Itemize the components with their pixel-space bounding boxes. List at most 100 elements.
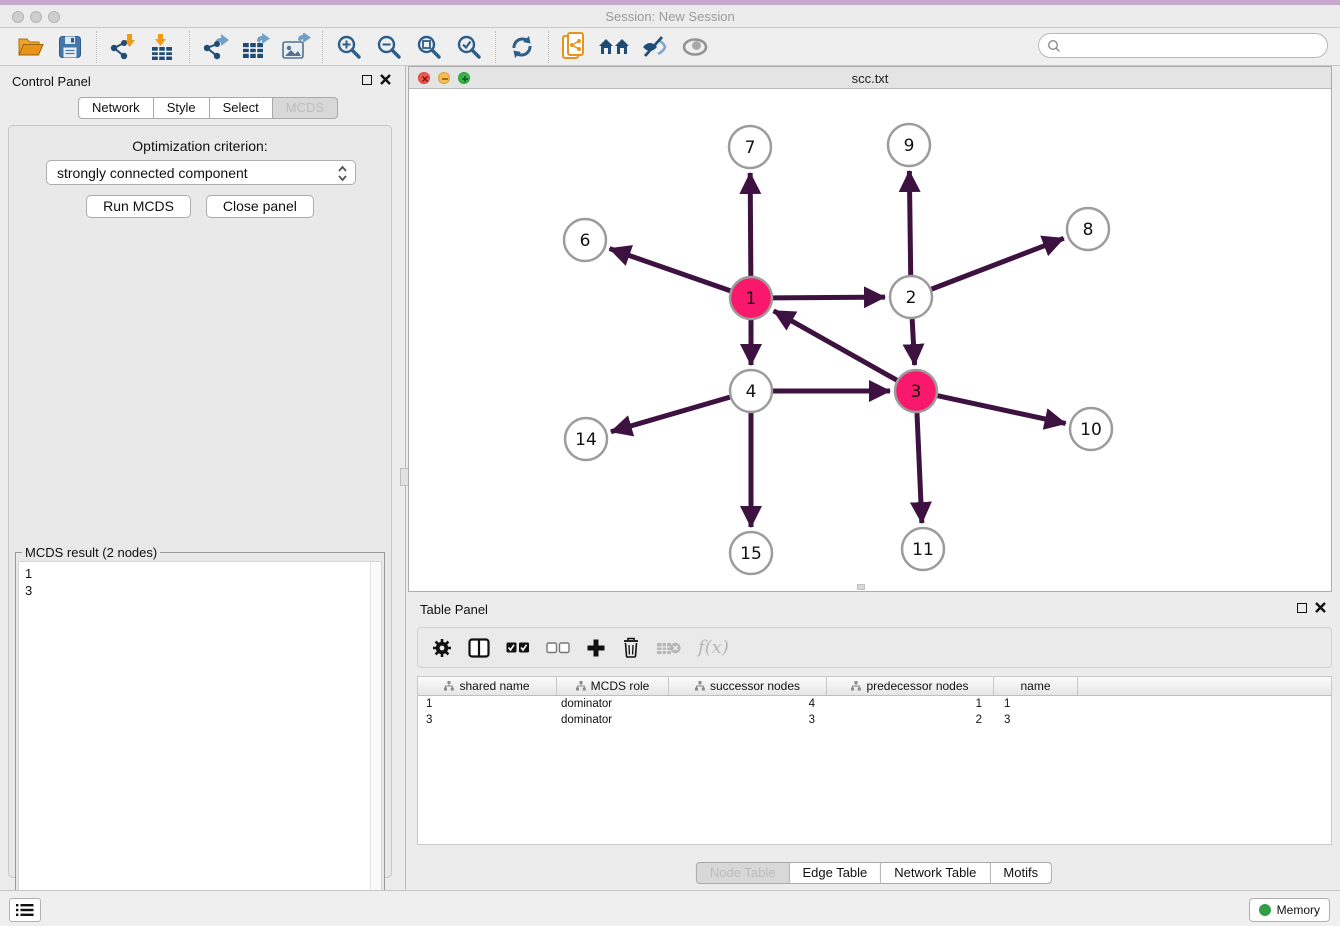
function-builder-button[interactable]: f(x)	[698, 637, 729, 658]
column-header-predecessor-nodes[interactable]: predecessor nodes	[827, 677, 994, 695]
tab-select[interactable]: Select	[210, 97, 273, 119]
tab-edge-table[interactable]: Edge Table	[789, 862, 881, 884]
open-folder-icon	[17, 35, 44, 58]
graph-node-8[interactable]: 8	[1067, 208, 1109, 250]
zoom-selected-button[interactable]	[449, 30, 489, 64]
table-row[interactable]: 3dominator323	[418, 712, 1331, 728]
tab-mcds[interactable]: MCDS	[273, 97, 338, 119]
network-window-titlebar[interactable]: scc.txt	[409, 67, 1331, 89]
mcds-tab-content: Optimization criterion: strongly connect…	[8, 125, 392, 878]
table-settings-button[interactable]	[432, 638, 452, 658]
memory-button[interactable]: Memory	[1249, 898, 1330, 922]
edge-3-10[interactable]	[937, 396, 1065, 424]
tab-motifs[interactable]: Motifs	[990, 862, 1052, 884]
zoom-selected-icon	[456, 34, 482, 60]
result-scrollbar[interactable]	[370, 562, 381, 926]
table-row[interactable]: 1dominator411	[418, 696, 1331, 712]
edge-2-8[interactable]	[932, 238, 1064, 289]
search-input[interactable]	[1061, 36, 1327, 56]
tab-network-table[interactable]: Network Table	[881, 862, 990, 884]
zoom-fit-button[interactable]	[409, 30, 449, 64]
tab-node-table[interactable]: Node Table	[696, 862, 790, 884]
memory-label: Memory	[1277, 903, 1320, 917]
table-cell: 1	[994, 696, 1078, 712]
column-header-filler	[1078, 677, 1331, 695]
close-panel-button[interactable]: Close panel	[206, 195, 314, 218]
edge-1-2[interactable]	[773, 297, 885, 298]
table-panel-title: Table Panel	[420, 602, 488, 617]
export-network-button[interactable]	[196, 30, 236, 64]
toolbar-separator	[495, 31, 496, 63]
column-header-shared-name[interactable]: shared name	[418, 677, 557, 695]
table-cell: 2	[827, 712, 994, 728]
toolbar-separator	[96, 31, 97, 63]
float-table-panel-icon[interactable]	[1297, 603, 1307, 613]
graph-node-6[interactable]: 6	[564, 219, 606, 261]
export-table-icon	[241, 33, 271, 61]
apply-layout-button[interactable]	[502, 30, 542, 64]
graph-node-2[interactable]: 2	[890, 276, 932, 318]
toggle-columns-button[interactable]	[468, 638, 490, 658]
mcds-result-area[interactable]: 1 3	[18, 561, 382, 926]
node-table: shared name MCDS role successor nodes pr…	[417, 676, 1332, 845]
edge-2-9[interactable]	[909, 171, 910, 275]
graph-node-11[interactable]: 11	[902, 528, 944, 570]
edge-1-6[interactable]	[610, 249, 731, 291]
import-network-button[interactable]	[103, 30, 143, 64]
column-header-name[interactable]: name	[994, 677, 1078, 695]
checked-boxes-icon	[506, 642, 530, 654]
save-session-button[interactable]	[50, 30, 90, 64]
graph-node-14[interactable]: 14	[565, 418, 607, 460]
close-table-panel-icon[interactable]	[1315, 602, 1326, 613]
delete-table-button[interactable]	[656, 639, 682, 657]
export-image-button[interactable]	[276, 30, 316, 64]
criterion-select[interactable]: strongly connected component	[46, 160, 356, 185]
show-panel-list-button[interactable]	[9, 898, 41, 922]
network-overview-button[interactable]	[555, 30, 595, 64]
graph-node-10[interactable]: 10	[1070, 408, 1112, 450]
run-mcds-button[interactable]: Run MCDS	[86, 195, 191, 218]
tab-style[interactable]: Style	[154, 97, 210, 119]
column-header-mcds-role[interactable]: MCDS role	[557, 677, 669, 695]
open-session-button[interactable]	[10, 30, 50, 64]
graph-node-1[interactable]: 1	[730, 277, 772, 319]
memory-status-icon	[1259, 904, 1271, 916]
edge-4-14[interactable]	[611, 397, 730, 432]
export-table-button[interactable]	[236, 30, 276, 64]
search-field[interactable]	[1038, 33, 1328, 58]
float-panel-icon[interactable]	[362, 75, 372, 85]
application-window: Session: New Session	[0, 0, 1340, 926]
show-panels-button[interactable]	[675, 30, 715, 64]
graph-node-4[interactable]: 4	[730, 370, 772, 412]
edge-3-11[interactable]	[917, 413, 922, 523]
add-column-button[interactable]	[586, 638, 606, 658]
edge-2-3[interactable]	[912, 319, 914, 365]
table-cell: 4	[669, 696, 827, 712]
graph-node-3[interactable]: 3	[895, 370, 937, 412]
homes-icon	[598, 35, 632, 59]
network-graph: 7 9 6 8 1 2 4 3 14 10 15 11	[409, 89, 1331, 591]
graph-node-7[interactable]: 7	[729, 126, 771, 168]
close-panel-icon[interactable]	[380, 74, 391, 85]
zoom-out-button[interactable]	[369, 30, 409, 64]
tab-network[interactable]: Network	[78, 97, 154, 119]
result-line: 1	[25, 565, 32, 582]
home-button[interactable]	[595, 30, 635, 64]
edge-1-7[interactable]	[750, 173, 751, 276]
column-header-successor-nodes[interactable]: successor nodes	[669, 677, 827, 695]
import-network-icon	[109, 33, 137, 61]
node-label: 9	[904, 136, 915, 156]
edge-3-1[interactable]	[774, 311, 897, 380]
import-table-button[interactable]	[143, 30, 183, 64]
graph-node-15[interactable]: 15	[730, 532, 772, 574]
zoom-in-button[interactable]	[329, 30, 369, 64]
select-all-button[interactable]	[506, 642, 530, 654]
hide-panels-button[interactable]	[635, 30, 675, 64]
export-network-icon	[202, 33, 230, 61]
search-icon	[1047, 39, 1061, 53]
view-resize-handle[interactable]	[857, 584, 865, 590]
deselect-all-button[interactable]	[546, 642, 570, 654]
delete-column-button[interactable]	[622, 637, 640, 658]
graph-node-9[interactable]: 9	[888, 124, 930, 166]
network-canvas[interactable]: 7 9 6 8 1 2 4 3 14 10 15 11	[409, 89, 1331, 591]
